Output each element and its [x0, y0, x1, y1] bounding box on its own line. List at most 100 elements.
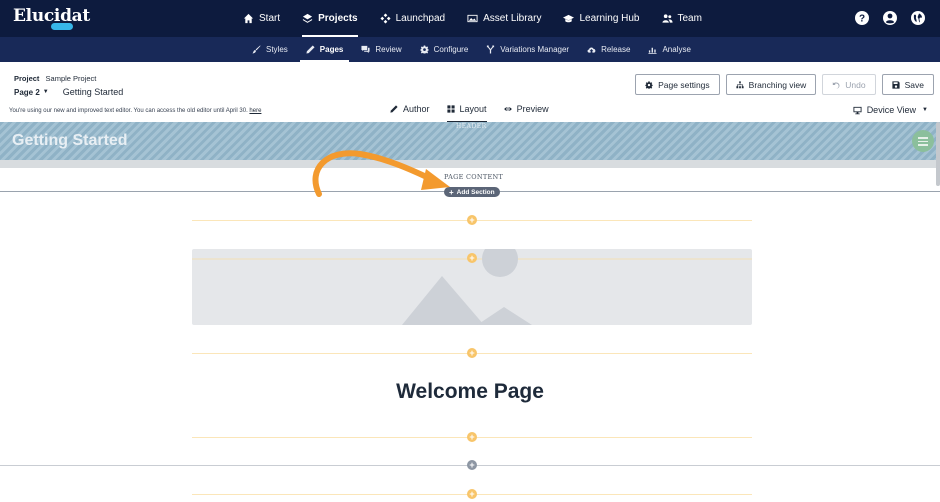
editor-notice-text: You're using our new and improved text e… — [9, 108, 248, 114]
subnav-release[interactable]: Release — [585, 37, 632, 62]
people-icon — [661, 14, 673, 23]
nav-asset-library-label: Asset Library — [483, 13, 542, 24]
project-name[interactable]: Sample Project — [46, 74, 97, 83]
subnav-pages[interactable]: Pages — [299, 37, 349, 62]
comments-icon — [361, 45, 370, 54]
canvas-scrollbar[interactable] — [936, 122, 940, 186]
undo-button[interactable]: Undo — [822, 74, 876, 95]
gear-icon — [420, 45, 429, 54]
tab-layout-label: Layout — [459, 104, 487, 114]
orange-arrow-annotation — [312, 150, 450, 197]
project-info: Project Sample Project — [14, 74, 96, 83]
nav-team[interactable]: Team — [661, 0, 702, 37]
image-icon — [467, 14, 478, 23]
subnav-variations-manager[interactable]: Variations Manager — [484, 37, 571, 62]
nav-launchpad-label: Launchpad — [395, 13, 446, 24]
nav-learning-hub-label: Learning Hub — [579, 13, 640, 24]
page-name[interactable]: Getting Started — [63, 87, 124, 97]
header-divider — [0, 160, 940, 168]
subnav-analyse[interactable]: Analyse — [646, 37, 692, 62]
nav-launchpad[interactable]: Launchpad — [380, 0, 446, 37]
monitor-icon — [853, 106, 862, 114]
subnav-pages-label: Pages — [319, 45, 344, 54]
branch-icon — [487, 45, 495, 54]
subnav-configure[interactable]: Configure — [418, 37, 471, 62]
tab-preview[interactable]: Preview — [503, 104, 549, 118]
project-label: Project — [14, 74, 40, 83]
device-view-dropdown[interactable]: Device View ▼ — [853, 105, 928, 115]
home-icon — [243, 13, 254, 24]
help-icon[interactable]: ? — [854, 10, 870, 26]
tab-author-label: Author — [403, 104, 430, 114]
page-settings-button[interactable]: Page settings — [635, 74, 720, 95]
svg-text:?: ? — [859, 14, 865, 25]
add-row-plus-icon[interactable]: + — [467, 348, 477, 358]
save-button[interactable]: Save — [881, 74, 934, 95]
grid-icon — [446, 105, 455, 113]
bar-chart-icon — [648, 47, 657, 54]
undo-icon — [833, 81, 840, 88]
logo-text: Elucidat — [13, 6, 90, 26]
nav-team-label: Team — [677, 13, 702, 24]
hamburger-menu-icon[interactable] — [912, 130, 934, 152]
device-view-label: Device View — [866, 105, 917, 115]
nav-projects[interactable]: Projects — [302, 0, 359, 37]
old-editor-link[interactable]: here — [249, 108, 261, 114]
layout-canvas: Getting Started HEADER PAGE CONTENT + Ad… — [0, 122, 940, 502]
save-icon — [892, 80, 900, 89]
graduation-cap-icon — [563, 14, 575, 23]
undo-label: Undo — [845, 79, 866, 90]
save-label: Save — [904, 79, 924, 90]
tab-author[interactable]: Author — [390, 104, 430, 118]
banner-title: Getting Started — [12, 132, 128, 149]
nav-start-label: Start — [259, 13, 281, 24]
subnav-styles-label: Styles — [266, 45, 288, 54]
launchpad-icon — [380, 13, 391, 24]
nav-asset-library[interactable]: Asset Library — [467, 0, 541, 37]
page-actions: Page settings Branching view Undo Save — [629, 74, 934, 95]
add-row-plus-icon[interactable]: + — [467, 253, 477, 263]
top-navigation: Elucidat Start Projects Launchpad Asset … — [0, 0, 940, 37]
eye-icon — [503, 107, 512, 111]
welcome-heading[interactable]: Welcome Page — [0, 380, 940, 404]
header-banner[interactable]: Getting Started HEADER — [0, 122, 940, 160]
pencil-icon — [390, 105, 398, 113]
globe-icon[interactable] — [910, 10, 926, 26]
account-icon[interactable] — [882, 10, 898, 26]
tab-layout[interactable]: Layout — [446, 104, 487, 123]
page-info: Page 2 ▼ Getting Started — [14, 87, 123, 97]
subnav-review-label: Review — [375, 45, 402, 54]
layers-icon — [303, 13, 313, 23]
subnav-menu: Styles Pages Review Configure Variations… — [250, 37, 707, 62]
branching-view-button[interactable]: Branching view — [725, 74, 817, 95]
subnav-styles[interactable]: Styles — [250, 37, 290, 62]
page-settings-label: Page settings — [658, 79, 710, 90]
project-subnav: Styles Pages Review Configure Variations… — [0, 37, 940, 62]
nav-start[interactable]: Start — [243, 0, 280, 37]
page-selector[interactable]: Page 2 ▼ — [14, 88, 49, 97]
page-header: Project Sample Project Page 2 ▼ Getting … — [0, 62, 940, 123]
header-region-label: HEADER — [456, 123, 487, 130]
add-row-plus-icon[interactable]: + — [467, 432, 477, 442]
subnav-review[interactable]: Review — [359, 37, 403, 62]
chevron-down-icon: ▼ — [922, 107, 928, 113]
add-row-plus-icon[interactable]: + — [467, 215, 477, 225]
branching-view-label: Branching view — [748, 79, 807, 90]
page-selector-label: Page 2 — [14, 87, 40, 97]
subnav-analyse-label: Analyse — [662, 45, 691, 54]
subnav-release-label: Release — [601, 45, 631, 54]
brush-icon — [252, 45, 261, 54]
tab-preview-label: Preview — [516, 104, 549, 114]
add-section-label: Add Section — [456, 188, 495, 196]
editor-mode-tabs: Author Layout Preview — [390, 104, 566, 123]
add-section-plus-icon[interactable]: + — [467, 460, 477, 470]
main-menu: Start Projects Launchpad Asset Library L… — [243, 0, 724, 37]
sitemap-icon — [736, 80, 744, 88]
add-row-plus-icon[interactable]: + — [467, 489, 477, 499]
pencil-icon — [306, 45, 315, 54]
subnav-variations-manager-label: Variations Manager — [500, 45, 570, 54]
top-right-actions: ? — [842, 10, 926, 26]
cloud-upload-icon — [587, 47, 596, 53]
nav-learning-hub[interactable]: Learning Hub — [563, 0, 640, 37]
chevron-down-icon: ▼ — [42, 89, 49, 95]
